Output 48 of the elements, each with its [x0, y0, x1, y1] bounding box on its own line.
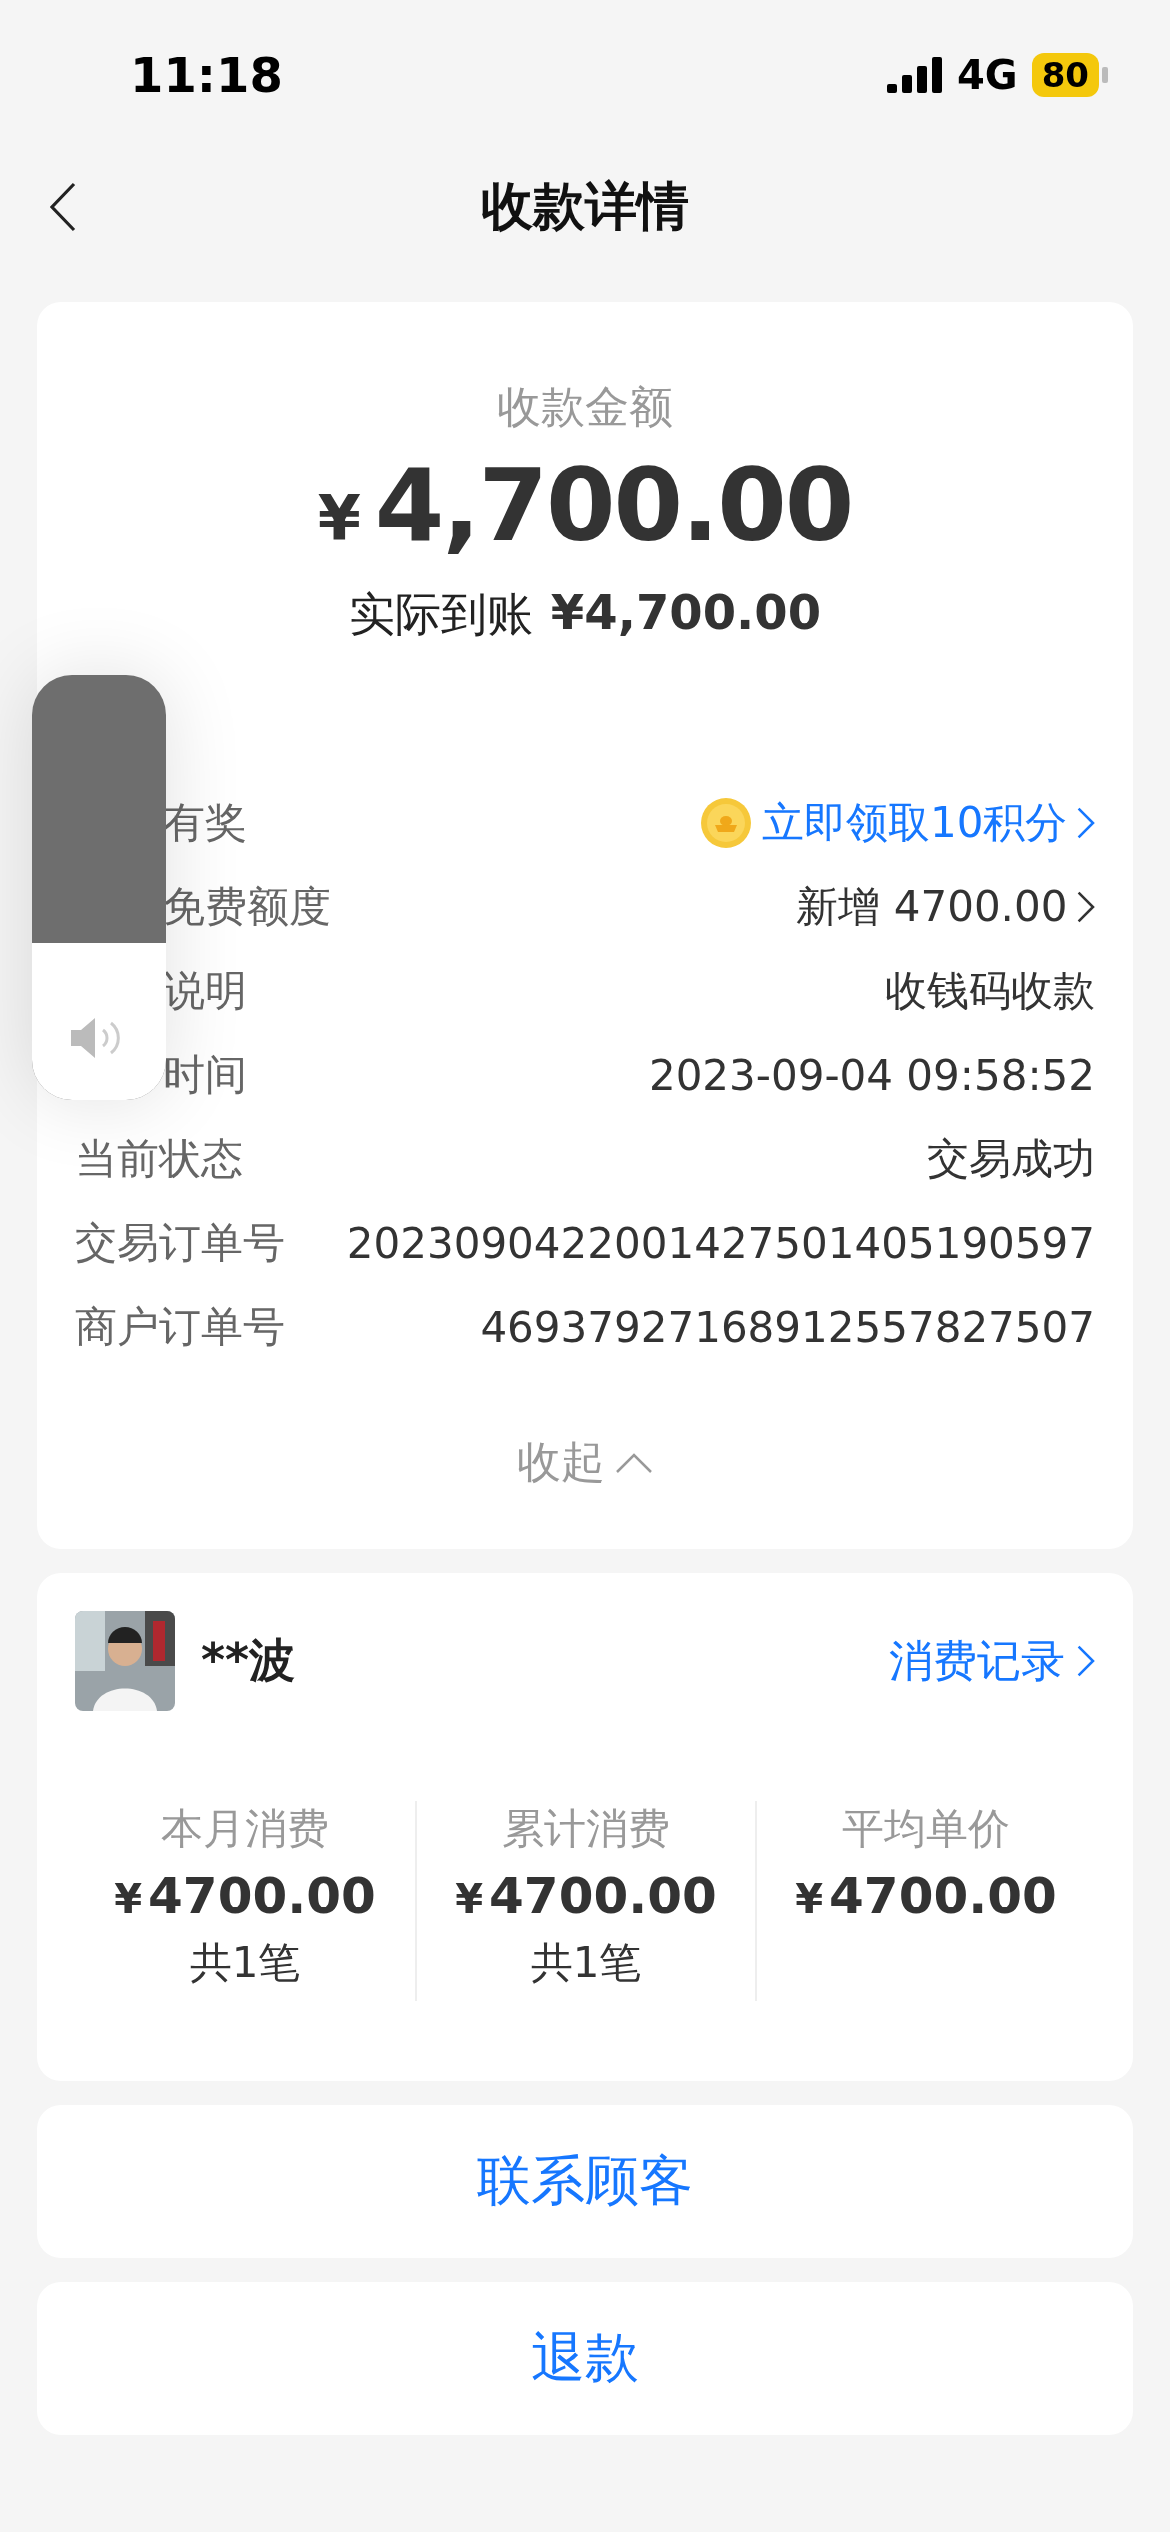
detail-link[interactable]: 新增 4700.00 [796, 879, 1068, 935]
detail-value: 交易成功 [927, 1133, 1095, 1185]
currency-sign: ¥ [317, 482, 361, 555]
detail-label: 交易订单号 [75, 1217, 285, 1269]
detail-value: 2023-09-04 09:58:52 [648, 1050, 1095, 1100]
stat-value: 4700.00 [829, 1867, 1057, 1925]
detail-label: 时间 [163, 1049, 247, 1101]
detail-value: 46937927168912557827507 [480, 1302, 1095, 1352]
amount-value: 4,700.00 [374, 447, 853, 564]
volume-hud[interactable] [32, 675, 166, 1100]
stat-label: 本月消费 [161, 1803, 329, 1855]
stat-label: 累计消费 [502, 1803, 670, 1855]
customer-name: **波 [201, 1632, 296, 1689]
chevron-right-icon [1077, 807, 1095, 839]
detail-label: 说明 [163, 965, 247, 1017]
detail-value: 2023090422001427501405190597 [346, 1218, 1095, 1268]
currency-sign: ¥ [455, 1876, 484, 1922]
signal-icon [887, 57, 943, 93]
network-label: 4G [957, 52, 1018, 98]
received-label: 实际到账 [348, 586, 533, 643]
chevron-up-icon [615, 1451, 653, 1474]
action-button[interactable]: 联系顾客 [37, 2105, 1133, 2258]
received-value: ¥4,700.00 [550, 584, 822, 642]
page-title: 收款详情 [481, 175, 689, 238]
battery-level: 80 [1031, 53, 1099, 97]
chevron-right-icon [1077, 891, 1095, 923]
detail-value: 收钱码收款 [885, 965, 1095, 1017]
collapse-button[interactable]: 收起 [511, 1432, 659, 1493]
stat-count: 共1笔 [530, 1937, 642, 1989]
status-time: 11:18 [130, 47, 283, 103]
stat-value: 4700.00 [148, 1867, 376, 1925]
stat-count: 共1笔 [189, 1937, 301, 1989]
amount-label: 收款金额 [497, 380, 673, 434]
detail-link[interactable]: 立即领取10积分 [761, 795, 1068, 851]
battery-tip-icon [1102, 67, 1108, 83]
action-button[interactable]: 退款 [37, 2282, 1133, 2435]
records-link[interactable]: 消费记录 [889, 1631, 1095, 1691]
detail-label: 免费额度 [163, 881, 331, 933]
coin-icon [699, 797, 752, 849]
stat-label: 平均单价 [842, 1803, 1010, 1855]
currency-sign: ¥ [795, 1876, 824, 1922]
detail-label: 有奖 [163, 797, 247, 849]
detail-label: 商户订单号 [75, 1301, 285, 1353]
detail-label: 当前状态 [75, 1133, 243, 1185]
back-icon [50, 182, 76, 232]
chevron-right-icon [1077, 1645, 1095, 1677]
currency-sign: ¥ [114, 1876, 143, 1922]
stat-value: 4700.00 [489, 1867, 717, 1925]
